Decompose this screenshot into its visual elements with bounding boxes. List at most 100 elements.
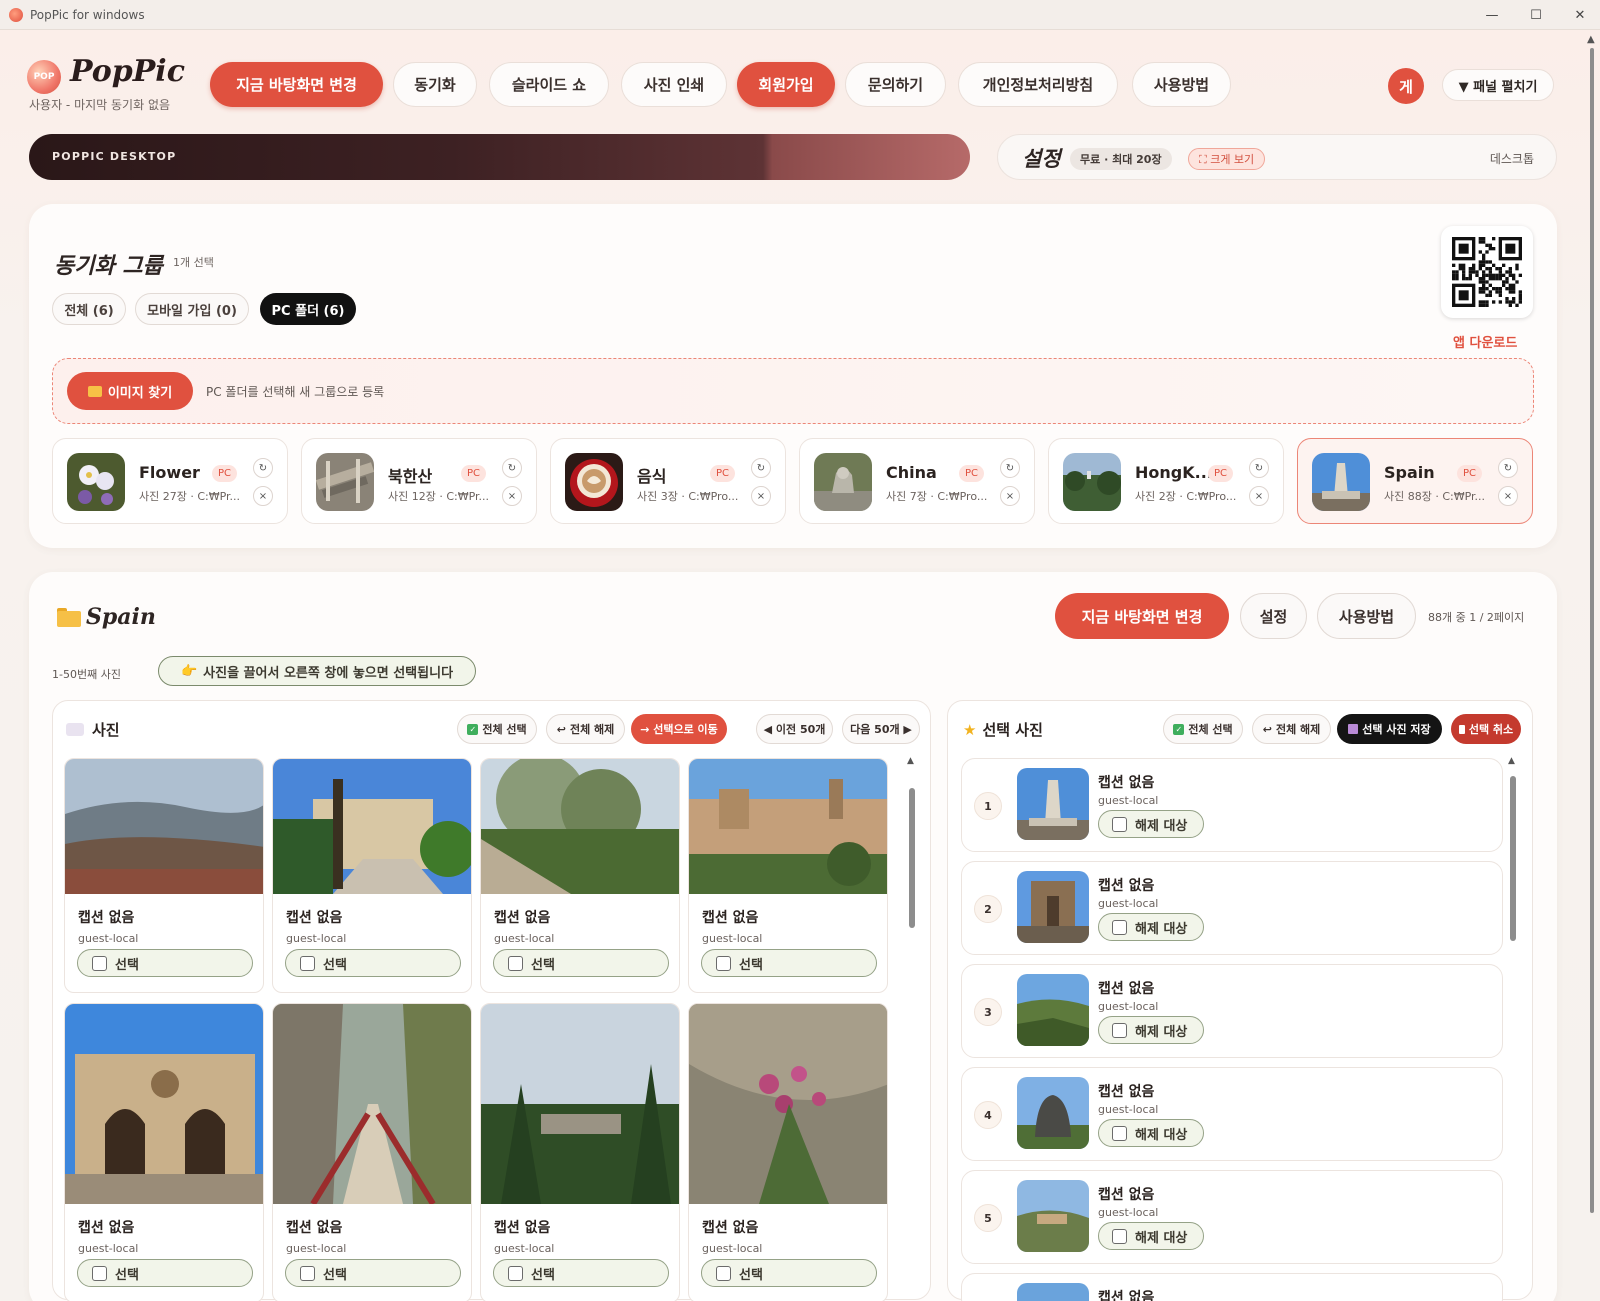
nav-howto-button[interactable]: 사용방법 xyxy=(1132,62,1231,107)
selected-item[interactable]: 3 캡션 없음 guest-local 해제 대상 xyxy=(961,964,1503,1058)
group-card-spain[interactable]: Spain PC 사진 88장 · C:₩Pr... ↻ × xyxy=(1297,438,1533,524)
unselect-toggle[interactable]: 해제 대상 xyxy=(1098,1119,1204,1147)
group-name: Flower xyxy=(139,463,200,482)
minimize-button[interactable]: — xyxy=(1470,0,1514,30)
scroll-up-icon[interactable]: ▲ xyxy=(1508,756,1515,766)
photo-select-toggle[interactable]: 선택 xyxy=(493,949,669,977)
pc-badge: PC xyxy=(1457,465,1483,482)
remove-icon[interactable]: × xyxy=(751,486,771,506)
album-howto-button[interactable]: 사용방법 xyxy=(1317,593,1416,639)
album-settings-button[interactable]: 설정 xyxy=(1240,593,1307,639)
unselect-toggle[interactable]: 해제 대상 xyxy=(1098,913,1204,941)
nav-privacy-button[interactable]: 개인정보처리방침 xyxy=(958,62,1118,107)
find-images-button[interactable]: 이미지 찾기 xyxy=(67,372,193,410)
photo-card[interactable]: 캡션 없음 guest-local 선택 xyxy=(480,1003,680,1301)
unselect-toggle[interactable]: 해제 대상 xyxy=(1098,1016,1204,1044)
app-download-link[interactable]: 앱 다운로드 xyxy=(1453,332,1517,351)
page-scrollbar[interactable]: ▲ xyxy=(1587,34,1596,1294)
clear-all-button[interactable]: ↩ 전체 해제 xyxy=(546,714,625,744)
refresh-icon[interactable]: ↻ xyxy=(1249,458,1269,478)
maximize-button[interactable]: ☐ xyxy=(1514,0,1558,30)
page-scrollbar-thumb[interactable] xyxy=(1590,48,1594,1213)
refresh-icon[interactable]: ↻ xyxy=(1498,458,1518,478)
refresh-icon[interactable]: ↻ xyxy=(751,458,771,478)
remove-icon[interactable]: × xyxy=(1249,486,1269,506)
group-card-flower[interactable]: Flower PC 사진 27장 · C:₩Pr... ↻ × xyxy=(52,438,288,524)
cancel-selection-label: 선택 취소 xyxy=(1468,723,1514,736)
filter-pc-folder-tab[interactable]: PC 폴더 (6) xyxy=(260,293,356,325)
filter-all-tab[interactable]: 전체 (6) xyxy=(52,293,126,325)
scroll-up-icon[interactable]: ▲ xyxy=(1587,34,1595,45)
selected-item[interactable]: 6캡션 없음 xyxy=(961,1273,1503,1301)
filter-mobile-tab[interactable]: 모바일 가입 (0) xyxy=(135,293,249,325)
selected-clear-all-button[interactable]: ↩ 전체 해제 xyxy=(1252,714,1331,744)
refresh-icon[interactable]: ↻ xyxy=(253,458,273,478)
nav-contact-button[interactable]: 문의하기 xyxy=(845,62,946,107)
selected-scrollbar-thumb[interactable] xyxy=(1510,776,1516,941)
photos-scrollbar-thumb[interactable] xyxy=(909,788,915,928)
change-wallpaper-button[interactable]: 지금 바탕화면 변경 xyxy=(1055,593,1229,639)
selected-scrollbar[interactable]: ▲ xyxy=(1508,756,1516,1290)
photo-select-toggle[interactable]: 선택 xyxy=(77,1259,253,1287)
unselect-toggle[interactable]: 해제 대상 xyxy=(1098,810,1204,838)
remove-icon[interactable]: × xyxy=(502,486,522,506)
photo-card[interactable]: 캡션 없음 guest-local 선택 xyxy=(688,1003,888,1301)
save-icon xyxy=(1348,724,1359,734)
photo-select-toggle[interactable]: 선택 xyxy=(701,1259,877,1287)
nav-print-button[interactable]: 사진 인쇄 xyxy=(621,62,727,107)
photos-scrollbar[interactable]: ▲ xyxy=(907,756,915,1290)
photo-select-toggle[interactable]: 선택 xyxy=(701,949,877,977)
checkbox-icon xyxy=(508,1265,523,1281)
remove-icon[interactable]: × xyxy=(1000,486,1020,506)
close-button[interactable]: ✕ xyxy=(1558,0,1600,30)
scroll-up-icon[interactable]: ▲ xyxy=(907,756,914,766)
unselect-toggle[interactable]: 해제 대상 xyxy=(1098,1222,1204,1250)
selected-select-all-button[interactable]: ✓ 전체 선택 xyxy=(1163,714,1243,744)
photo-card[interactable]: 캡션 없음 guest-local 선택 xyxy=(272,1003,472,1301)
photo-card[interactable]: 캡션 없음 guest-local 선택 xyxy=(64,758,264,993)
nav-signup-button[interactable]: 회원가입 xyxy=(737,62,835,107)
nav-sync-button[interactable]: 동기화 xyxy=(393,62,477,107)
selected-item[interactable]: 1 캡션 없음 guest-local 해제 대상 xyxy=(961,758,1503,852)
qr-code-graphic xyxy=(1452,237,1522,307)
photo-select-toggle[interactable]: 선택 xyxy=(493,1259,669,1287)
refresh-icon[interactable]: ↻ xyxy=(502,458,522,478)
selected-item[interactable]: 5 캡션 없음 guest-local 해제 대상 xyxy=(961,1170,1503,1264)
remove-icon[interactable]: × xyxy=(253,486,273,506)
photo-select-label: 선택 xyxy=(739,957,763,973)
selected-item[interactable]: 2 캡션 없음 guest-local 해제 대상 xyxy=(961,861,1503,955)
next-page-button[interactable]: 다음 50개 ▶ xyxy=(842,714,920,744)
photo-select-toggle[interactable]: 선택 xyxy=(77,949,253,977)
group-card-food[interactable]: 음식 PC 사진 3장 · C:₩Pro... ↻ × xyxy=(550,438,786,524)
group-card-hongkong[interactable]: HongK... PC 사진 2장 · C:₩Pro... ↻ × xyxy=(1048,438,1284,524)
find-images-label: 이미지 찾기 xyxy=(107,385,173,401)
selected-caption: 캡션 없음 xyxy=(1098,981,1155,997)
panel-toggle-button[interactable]: ▼ 패널 펼치기 xyxy=(1442,69,1554,101)
photo-card[interactable]: 캡션 없음 guest-local 선택 xyxy=(688,758,888,993)
select-all-button[interactable]: ✓ 전체 선택 xyxy=(457,714,537,744)
photo-card[interactable]: 캡션 없음 guest-local 선택 xyxy=(64,1003,264,1301)
selected-owner: guest-local xyxy=(1098,897,1159,910)
selected-item[interactable]: 4 캡션 없음 guest-local 해제 대상 xyxy=(961,1067,1503,1161)
photo-select-toggle[interactable]: 선택 xyxy=(285,949,461,977)
save-selected-button[interactable]: 선택 사진 저장 xyxy=(1337,714,1442,744)
move-to-selected-button[interactable]: → 선택으로 이동 xyxy=(631,714,727,744)
nav-slideshow-button[interactable]: 슬라이드 쇼 xyxy=(489,62,609,107)
photo-card[interactable]: 캡션 없음 guest-local 선택 xyxy=(480,758,680,993)
user-avatar[interactable]: 게 xyxy=(1388,68,1424,104)
photo-card[interactable]: 캡션 없음 guest-local 선택 xyxy=(272,758,472,993)
expand-view-button[interactable]: ⛶ 크게 보기 xyxy=(1188,148,1266,170)
cancel-selection-button[interactable]: 선택 취소 xyxy=(1451,714,1521,744)
refresh-icon[interactable]: ↻ xyxy=(1000,458,1020,478)
pc-badge: PC xyxy=(461,465,487,482)
qr-code[interactable] xyxy=(1441,226,1533,318)
photo-select-toggle[interactable]: 선택 xyxy=(285,1259,461,1287)
prev-page-button[interactable]: ◀ 이전 50개 xyxy=(756,714,833,744)
photo-thumbnail xyxy=(273,759,471,894)
group-card-bukhansan[interactable]: 북한산 PC 사진 12장 · C:₩Pr... ↻ × xyxy=(301,438,537,524)
photo-thumbnail xyxy=(273,1004,471,1204)
folder-drop-zone[interactable]: 이미지 찾기 PC 폴더를 선택해 새 그룹으로 등록 xyxy=(52,358,1534,424)
remove-icon[interactable]: × xyxy=(1498,486,1518,506)
nav-change-wallpaper-button[interactable]: 지금 바탕화면 변경 xyxy=(210,62,383,107)
group-card-china[interactable]: China PC 사진 7장 · C:₩Pro... ↻ × xyxy=(799,438,1035,524)
